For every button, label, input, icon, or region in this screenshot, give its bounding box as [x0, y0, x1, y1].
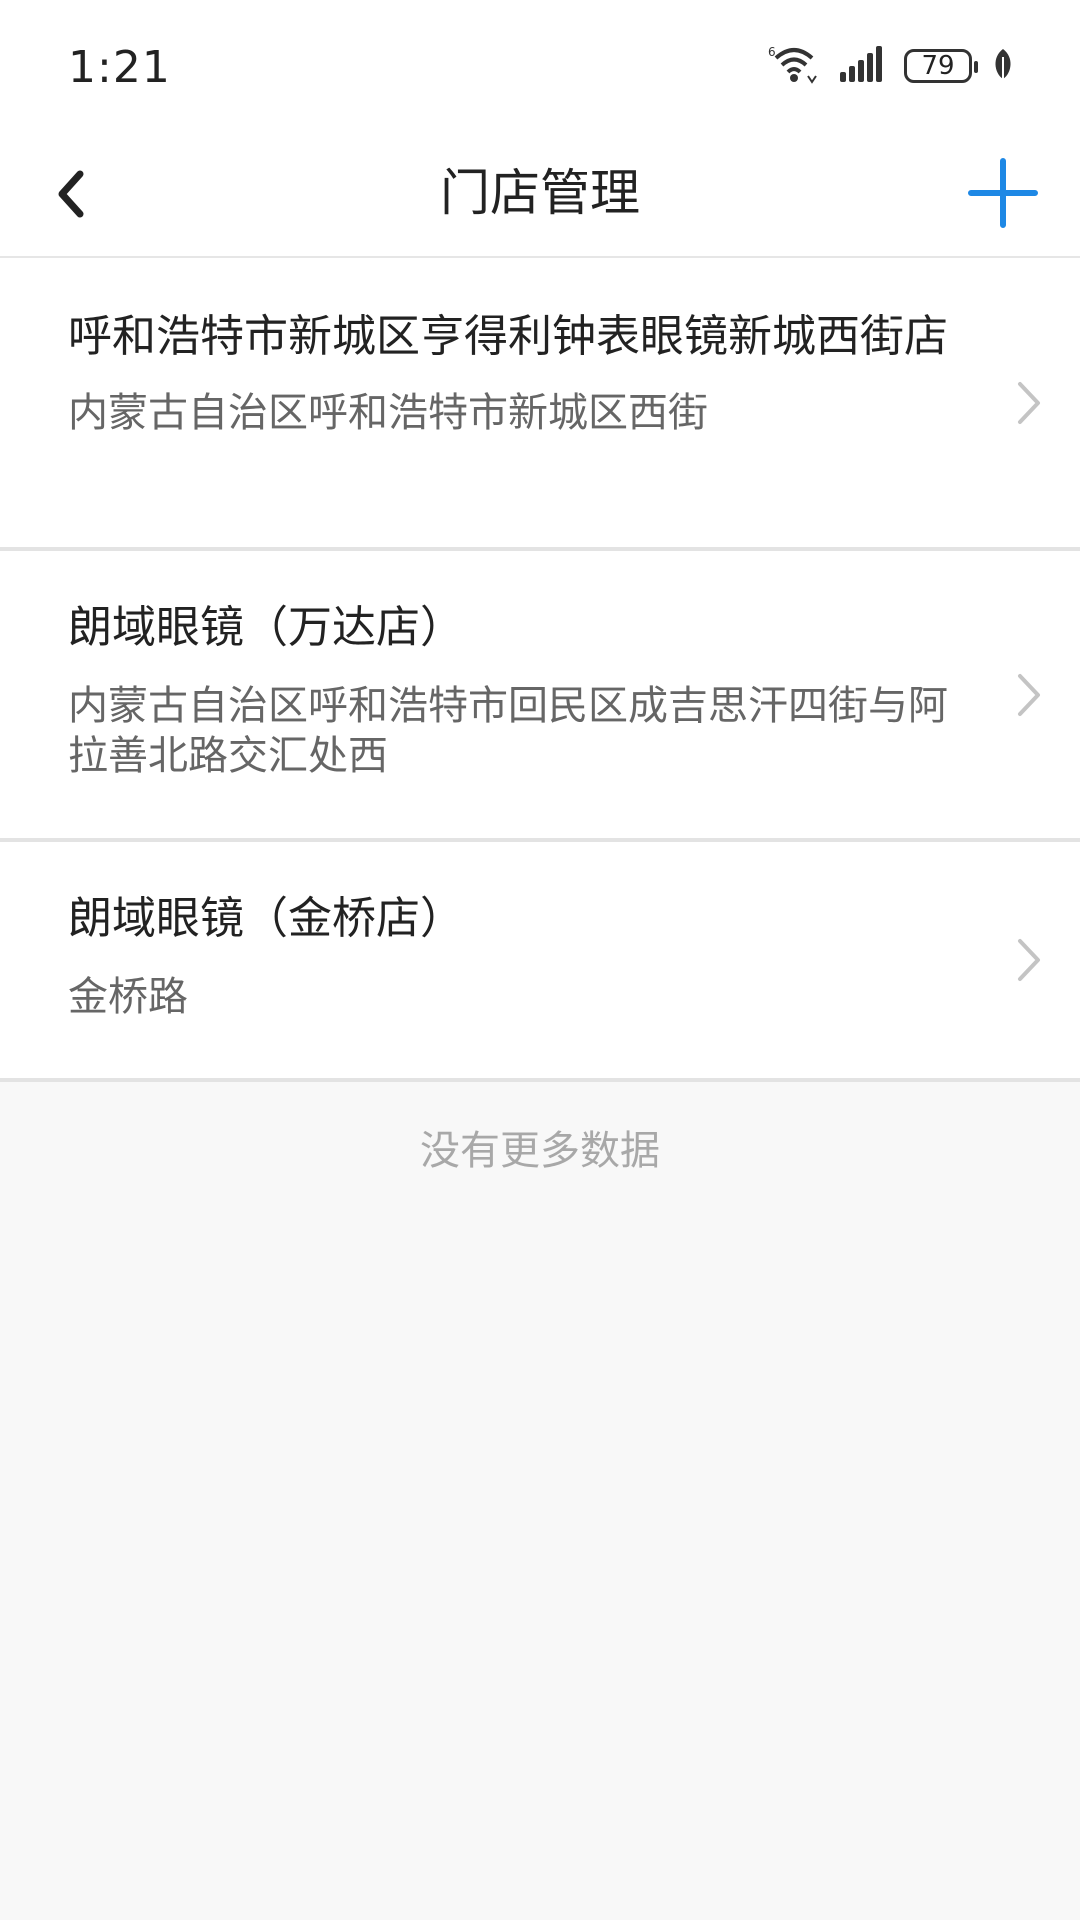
chevron-right-icon	[1018, 381, 1040, 424]
store-list: 呼和浩特市新城区亨得利钟表眼镜新城西街店 内蒙古自治区呼和浩特市新城区西街 朗域…	[0, 258, 1080, 1082]
store-name: 呼和浩特市新城区亨得利钟表眼镜新城西街店	[68, 311, 948, 362]
svg-text:6: 6	[768, 45, 776, 59]
chevron-right-icon	[1018, 939, 1040, 981]
status-time: 1:21	[68, 42, 171, 93]
battery-level: 79	[921, 51, 955, 81]
store-address: 内蒙古自治区呼和浩特市回民区成吉思汗四街与阿拉善北路交汇处西	[68, 683, 948, 779]
chevron-right-icon	[1018, 673, 1040, 716]
store-address: 金桥路	[68, 974, 188, 1020]
signal-icon	[840, 46, 884, 86]
add-store-button[interactable]	[960, 150, 1046, 236]
store-item[interactable]: 朗域眼镜（万达店） 内蒙古自治区呼和浩特市回民区成吉思汗四街与阿拉善北路交汇处西	[0, 551, 1080, 842]
plus-icon	[968, 158, 1038, 228]
page-title: 门店管理	[440, 164, 640, 222]
leaf-icon	[992, 47, 1014, 85]
nav-bar: 门店管理	[0, 130, 1080, 258]
battery-icon: 79	[904, 49, 978, 83]
store-address: 内蒙古自治区呼和浩特市新城区西街	[68, 390, 708, 436]
store-item[interactable]: 朗域眼镜（金桥店） 金桥路	[0, 842, 1080, 1082]
wifi-6-icon: 6	[768, 44, 820, 88]
store-name: 朗域眼镜（万达店）	[68, 602, 464, 653]
status-icons: 6 79	[768, 44, 1014, 88]
status-bar: 1:21 6 79	[0, 0, 1080, 130]
store-name: 朗域眼镜（金桥店）	[68, 893, 464, 944]
store-item[interactable]: 呼和浩特市新城区亨得利钟表眼镜新城西街店 内蒙古自治区呼和浩特市新城区西街	[0, 258, 1080, 551]
no-more-data-text: 没有更多数据	[420, 1128, 660, 1174]
